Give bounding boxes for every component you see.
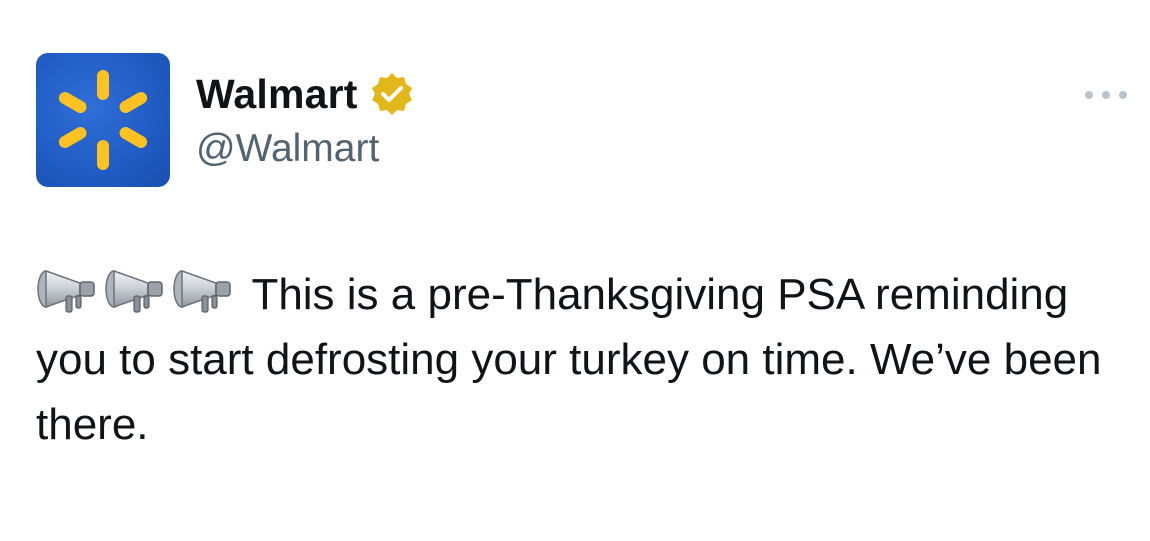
loudspeaker-emoji-icon [105, 269, 163, 313]
author-name-row[interactable]: Walmart [196, 68, 416, 120]
author-handle[interactable]: @Walmart [196, 124, 379, 174]
gold-verified-badge-icon[interactable] [368, 70, 416, 118]
tweet-card: Walmart @Walmart This is a pre-Thanksgiv… [0, 0, 1150, 541]
tweet-body: This is a pre-Thanksgiving PSA reminding… [36, 262, 1126, 457]
author-display-name[interactable]: Walmart [196, 68, 358, 120]
loudspeaker-emoji-icon [37, 269, 95, 313]
more-options-button[interactable] [1082, 85, 1130, 105]
more-dots-icon [1085, 91, 1127, 99]
author-avatar[interactable] [36, 53, 170, 187]
loudspeaker-emoji-group [36, 269, 240, 319]
walmart-spark-logo-icon [58, 70, 148, 170]
loudspeaker-emoji-icon [173, 269, 231, 313]
